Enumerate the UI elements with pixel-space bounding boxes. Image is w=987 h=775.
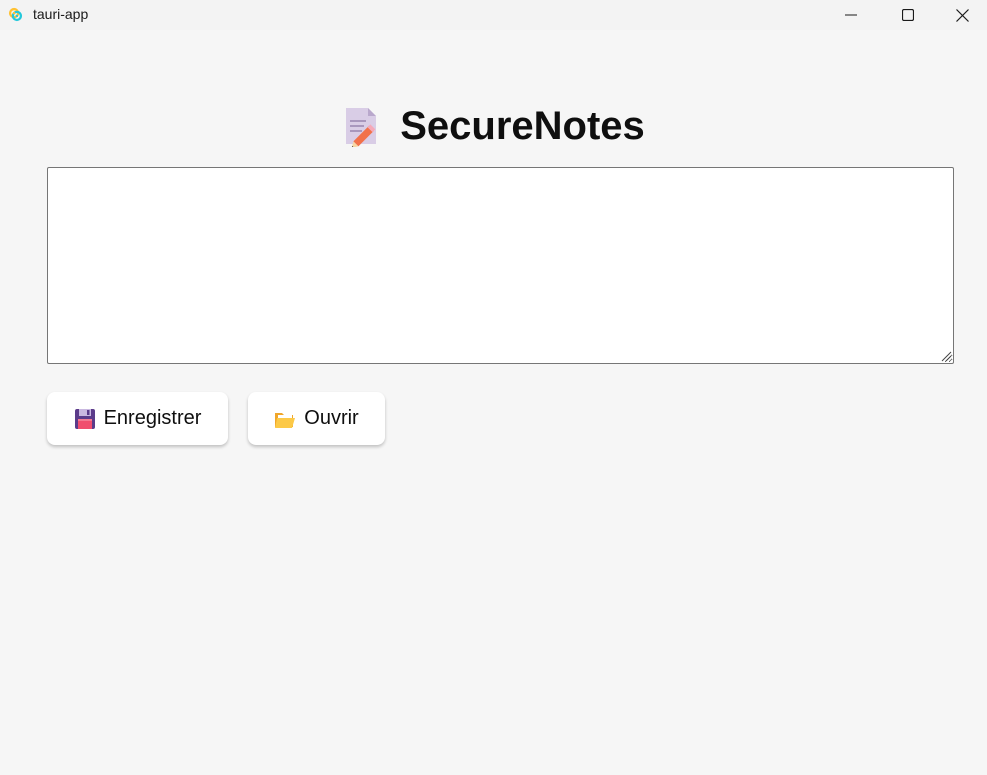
minimize-icon: [845, 14, 857, 16]
open-button[interactable]: Ouvrir: [248, 392, 385, 445]
save-button-label: Enregistrer: [103, 407, 202, 429]
close-icon: [955, 8, 969, 22]
note-editor[interactable]: [47, 167, 954, 364]
window-title: tauri-app: [33, 6, 89, 22]
open-button-label: Ouvrir: [304, 407, 359, 429]
floppy-disk-icon: [74, 408, 95, 429]
save-button[interactable]: Enregistrer: [47, 392, 228, 445]
tauri-icon: [8, 7, 23, 22]
window-titlebar[interactable]: tauri-app: [0, 0, 987, 30]
page-title: SecureNotes: [0, 101, 987, 151]
close-button[interactable]: [937, 0, 987, 30]
memo-icon: [346, 108, 377, 147]
maximize-button[interactable]: [879, 0, 937, 30]
open-folder-icon: [275, 412, 296, 428]
app-title: SecureNotes: [400, 103, 645, 148]
minimize-button[interactable]: [822, 0, 880, 30]
maximize-icon: [902, 9, 914, 21]
